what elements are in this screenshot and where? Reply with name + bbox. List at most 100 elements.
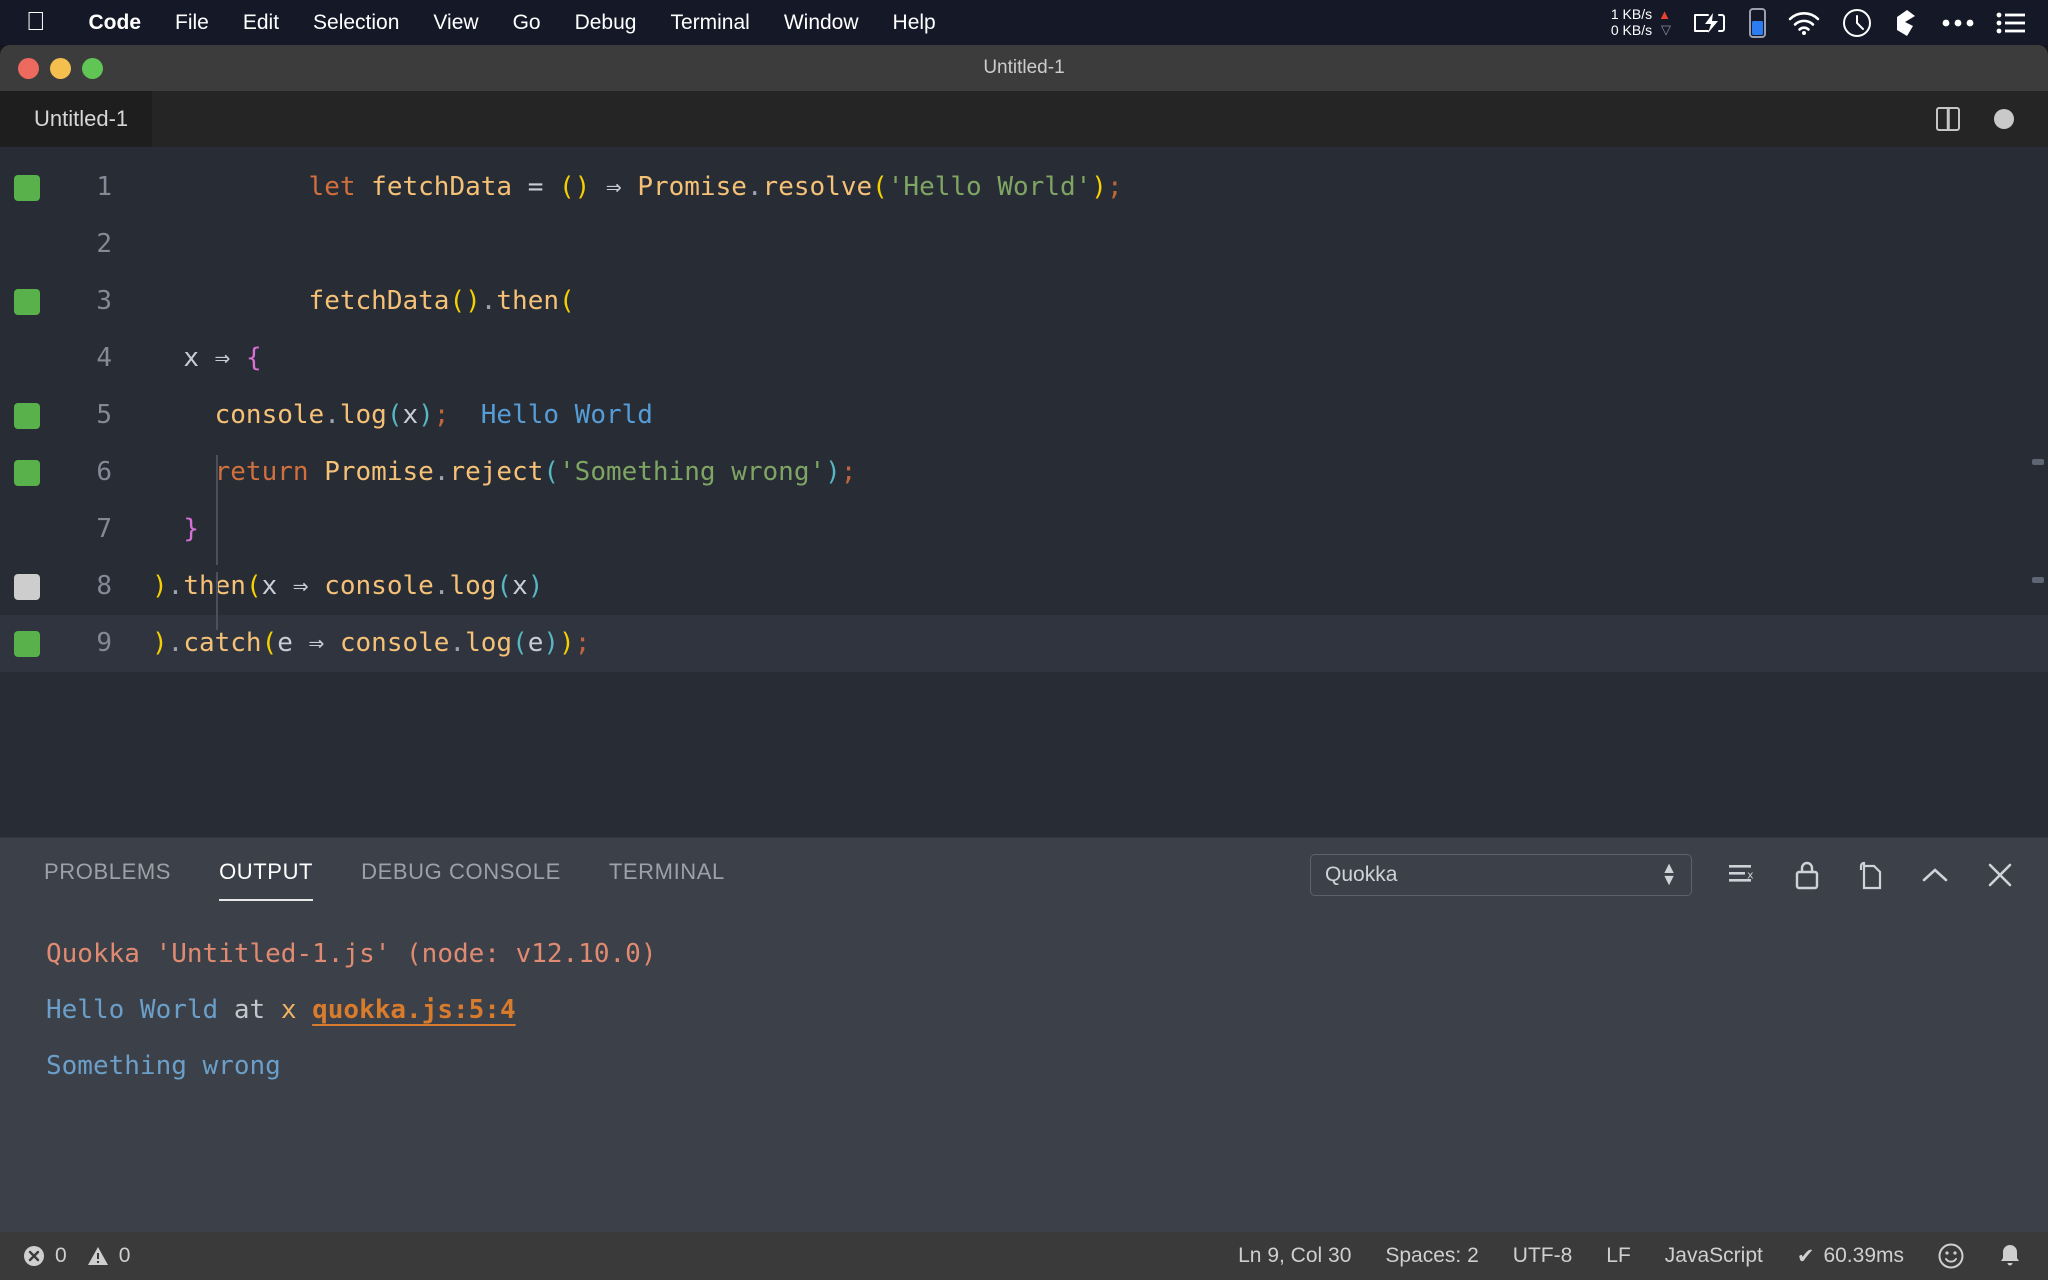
token-paren: () — [559, 172, 590, 202]
menu-item-edit[interactable]: Edit — [226, 11, 296, 35]
tab-output[interactable]: OUTPUT — [219, 859, 313, 891]
token-object: console — [324, 571, 434, 601]
code-line-1[interactable]: 1 let fetchData = () ⇒ Promise.resolve('… — [0, 159, 2048, 216]
code-text: ).then(x ⇒ console.log(x) — [152, 558, 543, 615]
code-line-6[interactable]: 6 return Promise.reject('Something wrong… — [0, 444, 2048, 501]
code-line-7[interactable]: 7 } — [0, 501, 2048, 558]
token-semicolon: ; — [434, 400, 450, 430]
status-problems[interactable]: 0 0 — [22, 1244, 130, 1268]
collapse-panel-icon[interactable] — [1920, 863, 1950, 887]
output-error-text: Something wrong — [46, 1051, 281, 1081]
battery-charging-icon[interactable] — [1693, 12, 1727, 34]
control-center-icon[interactable] — [1996, 12, 2026, 34]
token-param: x — [183, 343, 199, 373]
token-arrow: ⇒ — [606, 172, 622, 202]
ellipsis-icon[interactable] — [1942, 18, 1974, 28]
panel-tab-bar: PROBLEMS OUTPUT DEBUG CONSOLE TERMINAL Q… — [0, 838, 2048, 912]
token-string: 'Something wrong' — [559, 457, 825, 487]
status-indentation[interactable]: Spaces: 2 — [1385, 1244, 1478, 1268]
warning-count: 0 — [119, 1244, 131, 1268]
status-cursor-position[interactable]: Ln 9, Col 30 — [1238, 1244, 1351, 1268]
token-method: log — [465, 628, 512, 658]
output-log-value: Hello World — [46, 995, 218, 1025]
menu-item-terminal[interactable]: Terminal — [653, 11, 766, 35]
menu-item-help[interactable]: Help — [876, 11, 953, 35]
scrollbar-overview-tick[interactable] — [2032, 577, 2044, 583]
tab-problems[interactable]: PROBLEMS — [44, 859, 171, 891]
token-operator: = — [528, 172, 544, 202]
token-method: catch — [183, 628, 261, 658]
token-dot: . — [168, 628, 184, 658]
tab-terminal[interactable]: TERMINAL — [609, 859, 725, 891]
output-line-header: Quokka 'Untitled-1.js' (node: v12.10.0) — [46, 926, 2048, 982]
token-keyword: let — [309, 172, 356, 202]
clock-icon[interactable] — [1842, 8, 1872, 38]
apple-logo-icon[interactable]:  — [26, 8, 46, 34]
token-dot: . — [434, 457, 450, 487]
tab-debug-console[interactable]: DEBUG CONSOLE — [361, 859, 561, 891]
code-editor[interactable]: 1 let fetchData = () ⇒ Promise.resolve('… — [0, 147, 2048, 837]
token-paren: ( — [387, 400, 403, 430]
indent-guide — [216, 455, 218, 565]
token-paren: ) — [559, 628, 575, 658]
network-speed-indicator[interactable]: 1 KB/s 0 KB/s ▲ ▽ — [1611, 7, 1671, 38]
status-encoding[interactable]: UTF-8 — [1513, 1244, 1573, 1268]
split-editor-icon[interactable] — [1936, 107, 1960, 131]
smiley-icon[interactable] — [1938, 1243, 1964, 1269]
code-line-5[interactable]: 5 console.log(x); Hello World — [0, 387, 2048, 444]
line-number: 5 — [40, 387, 112, 444]
close-panel-icon[interactable] — [1986, 861, 2014, 889]
status-language-mode[interactable]: JavaScript — [1665, 1244, 1763, 1268]
token-paren: () — [449, 286, 480, 316]
token-identifier: fetchData — [371, 172, 512, 202]
wifi-icon[interactable] — [1788, 11, 1820, 35]
open-in-editor-icon[interactable] — [1856, 860, 1884, 890]
macos-menu-bar:  Code File Edit Selection View Go Debug… — [0, 0, 2048, 45]
token-dot: . — [449, 628, 465, 658]
lock-scroll-icon[interactable] — [1794, 860, 1820, 890]
status-eol[interactable]: LF — [1606, 1244, 1631, 1268]
menu-item-file[interactable]: File — [158, 11, 226, 35]
code-text: console.log(x); Hello World — [152, 387, 653, 444]
editor-tab-label: Untitled-1 — [34, 106, 128, 132]
output-source-link[interactable]: quokka.js:5:4 — [312, 995, 516, 1025]
output-channel-select[interactable]: Quokka ▲▼ — [1310, 854, 1692, 896]
token-brace: } — [183, 514, 199, 544]
runtime-duration: 60.39ms — [1823, 1244, 1904, 1268]
menu-item-code[interactable]: Code — [72, 11, 159, 35]
unsaved-dot-indicator[interactable] — [1994, 109, 2014, 129]
battery-level-icon[interactable] — [1749, 8, 1766, 38]
code-text: x ⇒ { — [152, 330, 262, 387]
token-paren: ( — [496, 571, 512, 601]
line-number: 3 — [40, 273, 112, 330]
menu-item-selection[interactable]: Selection — [296, 11, 416, 35]
code-line-9[interactable]: 9 ).catch(e ⇒ console.log(e)); — [0, 615, 2048, 672]
status-quokka-runtime[interactable]: ✔ 60.39ms — [1797, 1244, 1904, 1269]
editor-tab-untitled-1[interactable]: Untitled-1 — [0, 91, 152, 147]
quokka-gutter-marker — [14, 232, 40, 258]
token-dot: . — [747, 172, 763, 202]
token-param: e — [277, 628, 293, 658]
menu-item-debug[interactable]: Debug — [558, 11, 654, 35]
line-number: 1 — [40, 159, 112, 216]
output-content[interactable]: Quokka 'Untitled-1.js' (node: v12.10.0) … — [0, 912, 2048, 1232]
dropbox-icon[interactable] — [1894, 9, 1920, 37]
menu-item-go[interactable]: Go — [496, 11, 558, 35]
code-text: return Promise.reject('Something wrong')… — [152, 444, 856, 501]
token-semicolon: ; — [575, 628, 591, 658]
code-line-3[interactable]: 3 fetchData().then( — [0, 273, 2048, 330]
chevron-updown-icon[interactable]: ▲▼ — [1661, 863, 1677, 886]
token-method: then — [183, 571, 246, 601]
token-method: resolve — [763, 172, 873, 202]
bell-icon[interactable] — [1998, 1243, 2022, 1269]
code-line-8[interactable]: 8 ).then(x ⇒ console.log(x) — [0, 558, 2048, 615]
quokka-gutter-marker — [14, 517, 40, 543]
token-dot: . — [481, 286, 497, 316]
scrollbar-overview-tick[interactable] — [2032, 459, 2044, 465]
quokka-gutter-marker — [14, 346, 40, 372]
token-method: log — [340, 400, 387, 430]
menu-item-window[interactable]: Window — [767, 11, 876, 35]
clear-output-icon[interactable]: x — [1728, 862, 1758, 888]
network-download-speed: 0 KB/s — [1611, 23, 1652, 39]
menu-item-view[interactable]: View — [416, 11, 495, 35]
